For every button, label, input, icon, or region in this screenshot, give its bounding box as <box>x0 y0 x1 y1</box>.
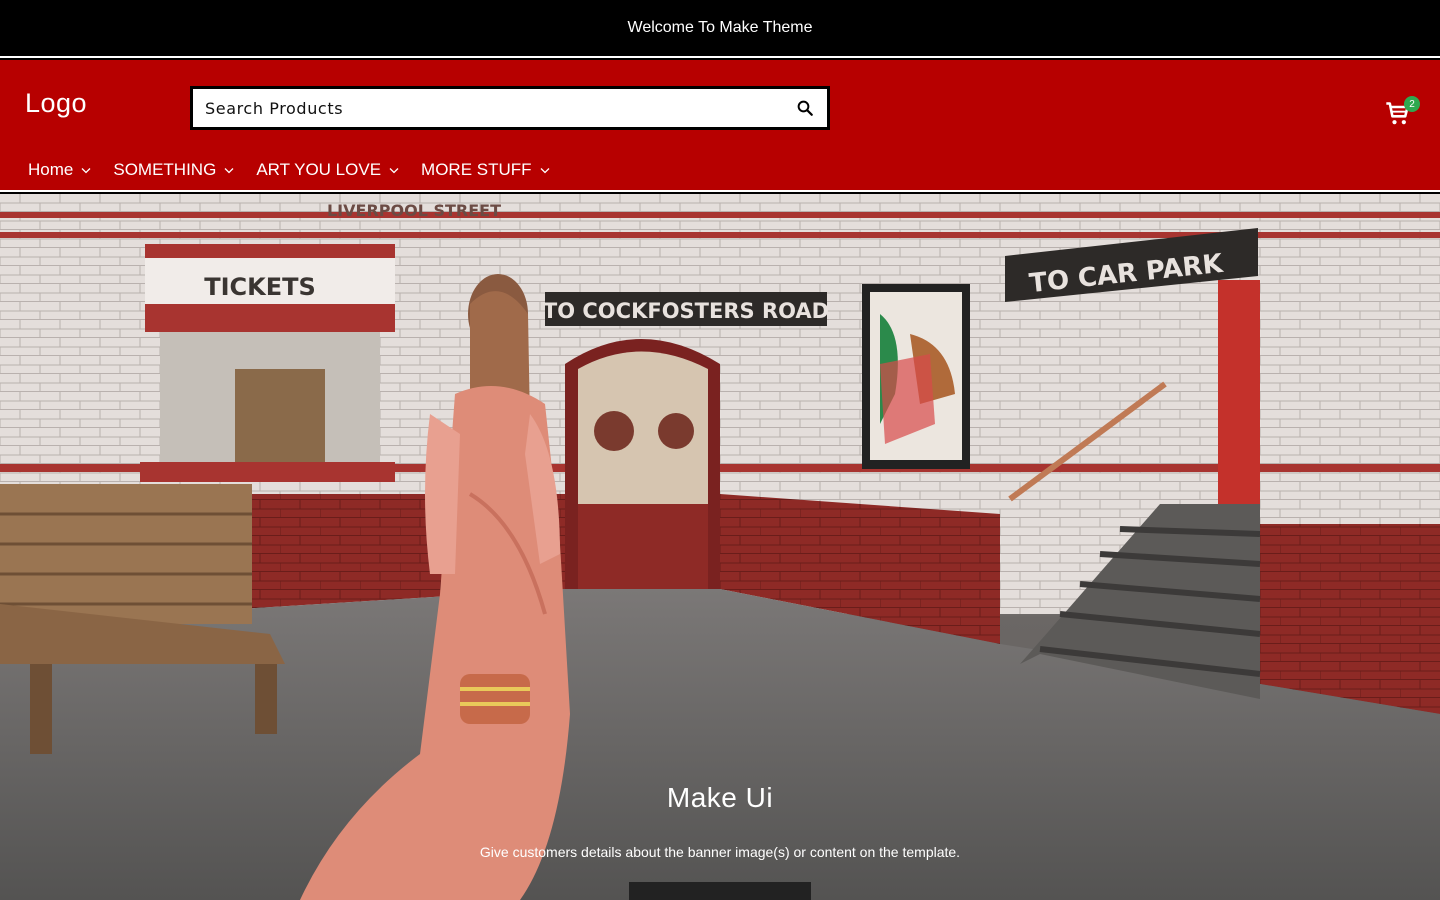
nav-item-label: SOMETHING <box>113 160 217 179</box>
hero-title: Make Ui <box>666 782 774 813</box>
search-bar <box>190 86 830 130</box>
chevron-down-icon <box>81 167 91 174</box>
nav-item-label: ART YOU LOVE <box>256 160 382 179</box>
nav-item-more-stuff[interactable]: MORE STUFF <box>421 160 550 180</box>
announcement-text: Welcome To Make Theme <box>627 19 813 36</box>
tickets-sign: TICKETS <box>204 273 316 301</box>
nav-item-art-you-love[interactable]: ART YOU LOVE <box>256 160 399 180</box>
search-button[interactable] <box>783 89 827 127</box>
nav-item-label: MORE STUFF <box>421 160 532 179</box>
main-nav: Home SOMETHING ART YOU LOVE MORE STUFF <box>28 160 572 180</box>
station-sign: LIVERPOOL STREET <box>327 201 501 220</box>
hero-banner: LIVERPOOL STREET TICKETS TO COCKFOSTERS … <box>0 194 1440 900</box>
chevron-down-icon <box>540 167 550 174</box>
nav-item-something[interactable]: SOMETHING <box>113 160 234 180</box>
search-input[interactable] <box>193 89 783 127</box>
hero-subtitle: Give customers details about the banner … <box>479 844 961 860</box>
site-header: Logo 2 Home SOMETHING <box>0 60 1440 192</box>
search-icon <box>797 100 813 116</box>
nav-item-label: Home <box>28 160 74 179</box>
road-sign: TO COCKFOSTERS ROAD <box>543 299 829 323</box>
cart-count-badge: 2 <box>1404 96 1420 112</box>
announcement-bar: Welcome To Make Theme <box>0 0 1440 58</box>
learn-more-button[interactable]: LEARN MORE <box>629 882 811 900</box>
cart-button[interactable]: 2 <box>1384 96 1424 126</box>
logo[interactable]: Logo <box>25 88 87 119</box>
nav-item-home[interactable]: Home <box>28 160 91 180</box>
chevron-down-icon <box>224 167 234 174</box>
chevron-down-icon <box>389 167 399 174</box>
